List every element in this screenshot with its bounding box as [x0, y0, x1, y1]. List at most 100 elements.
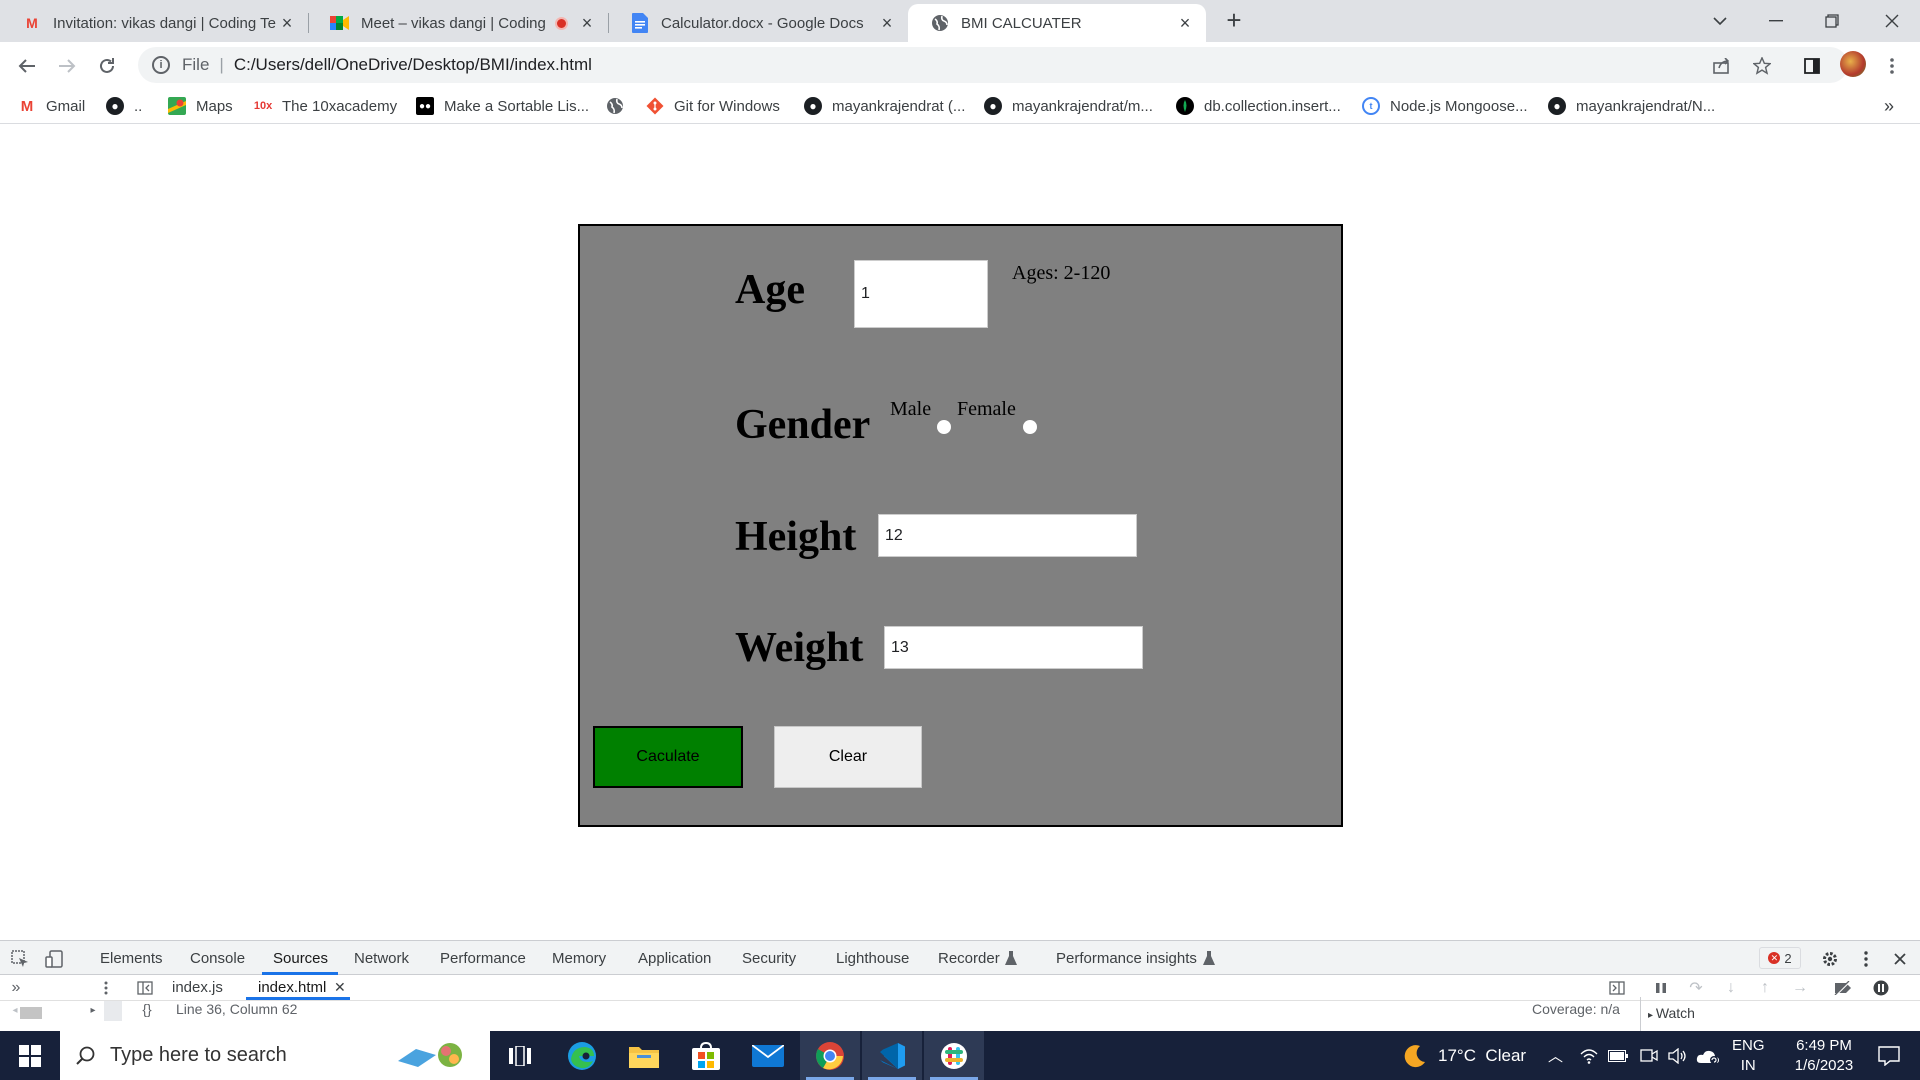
- tab-google-meet[interactable]: Meet – vikas dangi | Coding T ×: [308, 4, 608, 42]
- tab-performance[interactable]: Performance: [440, 941, 526, 975]
- bookmark-star-icon[interactable]: [1746, 50, 1778, 82]
- weather-widget[interactable]: 17°C Clear: [1402, 1031, 1526, 1080]
- restore-button[interactable]: [1804, 0, 1860, 42]
- microsoft-store-icon[interactable]: [676, 1031, 736, 1080]
- taskbar-search-box[interactable]: Type here to search: [60, 1031, 490, 1080]
- step-icon[interactable]: →: [1790, 979, 1810, 997]
- language-code: ENG: [1732, 1036, 1765, 1054]
- tab-bmi-calculater[interactable]: BMI CALCUATER ×: [908, 4, 1206, 42]
- clear-button[interactable]: Clear: [774, 726, 922, 788]
- bookmark-github-repo-m[interactable]: ● mayankrajendrat/m...: [984, 94, 1153, 118]
- device-toolbar-icon[interactable]: [44, 949, 64, 969]
- clock[interactable]: 6:49 PM 1/6/2023: [1778, 1031, 1870, 1080]
- tab-security[interactable]: Security: [742, 941, 796, 975]
- onedrive-sync-icon[interactable]: [1696, 1031, 1720, 1080]
- step-into-icon[interactable]: ↓: [1722, 979, 1740, 997]
- deactivate-breakpoints-icon[interactable]: [1832, 979, 1854, 997]
- tab-performance-insights[interactable]: Performance insights: [1056, 941, 1197, 975]
- file-tab-index-js[interactable]: index.js: [172, 979, 223, 996]
- bookmark-gmail[interactable]: M Gmail: [18, 94, 85, 118]
- toggle-debugger-icon[interactable]: [1608, 979, 1626, 997]
- more-bookmarks-chevron-icon[interactable]: »: [1884, 94, 1894, 118]
- tab-sources[interactable]: Sources: [273, 941, 328, 975]
- tab-google-docs[interactable]: Calculator.docx - Google Docs ×: [608, 4, 908, 42]
- inspect-element-icon[interactable]: [10, 949, 30, 969]
- bookmark-git-for-windows[interactable]: Git for Windows: [646, 94, 780, 118]
- task-view-icon[interactable]: [490, 1031, 550, 1080]
- volume-icon[interactable]: [1668, 1031, 1688, 1080]
- file-tab-index-html[interactable]: index.html: [258, 979, 326, 996]
- bookmark-globe[interactable]: [606, 94, 634, 118]
- toggle-navigator-icon[interactable]: [136, 979, 154, 997]
- profile-avatar[interactable]: [1840, 51, 1866, 77]
- devtools-menu-icon[interactable]: [1856, 949, 1876, 969]
- close-devtools-icon[interactable]: [1890, 949, 1910, 969]
- reload-button[interactable]: [91, 50, 123, 82]
- address-bar[interactable]: i File | C:/Users/dell/OneDrive/Desktop/…: [138, 47, 1848, 83]
- close-file-icon[interactable]: ✕: [334, 979, 346, 996]
- tab-search-button[interactable]: [1692, 0, 1748, 42]
- tab-gmail-invitation[interactable]: M Invitation: vikas dangi | Coding Te ×: [0, 4, 308, 42]
- network-icon[interactable]: [1580, 1031, 1598, 1080]
- bookmark-10xacademy[interactable]: 10x The 10xacademy: [254, 94, 397, 118]
- url-text[interactable]: C:/Users/dell/OneDrive/Desktop/BMI/index…: [234, 55, 592, 75]
- pause-on-exceptions-icon[interactable]: [1872, 979, 1890, 997]
- share-icon[interactable]: [1706, 50, 1738, 82]
- weight-input[interactable]: 13: [884, 626, 1143, 669]
- bookmark-nodejs-mongoose[interactable]: t Node.js Mongoose...: [1362, 94, 1528, 118]
- close-icon[interactable]: ×: [578, 13, 596, 34]
- watch-section[interactable]: ▸ Watch: [1648, 1005, 1695, 1021]
- file-explorer-icon[interactable]: [614, 1031, 674, 1080]
- input-language[interactable]: ENG IN: [1732, 1031, 1765, 1080]
- bookmark-github-profile[interactable]: ● mayankrajendrat (...: [804, 94, 965, 118]
- scrollbar-thumb[interactable]: [20, 1007, 42, 1019]
- more-tabs-chevron-icon[interactable]: »: [8, 979, 24, 997]
- close-icon[interactable]: ×: [278, 13, 296, 34]
- battery-icon[interactable]: [1608, 1031, 1628, 1080]
- step-out-icon[interactable]: ↑: [1756, 979, 1774, 997]
- show-hidden-icons-chevron-icon[interactable]: ︿: [1548, 1031, 1563, 1080]
- vscode-icon[interactable]: [862, 1031, 922, 1080]
- tab-lighthouse[interactable]: Lighthouse: [836, 941, 909, 975]
- chrome-icon[interactable]: [800, 1031, 860, 1080]
- bookmark-mongodb[interactable]: db.collection.insert...: [1176, 94, 1341, 118]
- height-input[interactable]: 12: [878, 514, 1137, 557]
- side-panel-icon[interactable]: [1796, 50, 1828, 82]
- slack-icon[interactable]: [924, 1031, 984, 1080]
- chrome-menu-icon[interactable]: [1876, 50, 1908, 82]
- mail-icon[interactable]: [738, 1031, 798, 1080]
- windows-start-button[interactable]: [0, 1031, 60, 1080]
- tab-memory[interactable]: Memory: [552, 941, 606, 975]
- back-button[interactable]: [11, 50, 43, 82]
- bookmark-github[interactable]: ● ..: [106, 94, 142, 118]
- step-over-icon[interactable]: ↷: [1686, 979, 1706, 997]
- tab-recorder[interactable]: Recorder: [938, 941, 1000, 975]
- pretty-print-icon[interactable]: {}: [136, 1001, 158, 1017]
- navigator-menu-icon[interactable]: [98, 979, 114, 997]
- minimize-button[interactable]: [1748, 0, 1804, 42]
- info-icon[interactable]: i: [152, 56, 170, 74]
- bookmark-maps[interactable]: Maps: [168, 94, 233, 118]
- edge-browser-icon[interactable]: [552, 1031, 612, 1080]
- male-radio[interactable]: [937, 420, 951, 434]
- tab-elements[interactable]: Elements: [100, 941, 163, 975]
- tab-application[interactable]: Application: [638, 941, 711, 975]
- bookmark-sortable-list[interactable]: ●● Make a Sortable Lis...: [416, 94, 589, 118]
- pause-icon[interactable]: [1652, 979, 1670, 997]
- calculate-button[interactable]: Caculate: [593, 726, 743, 788]
- close-icon[interactable]: ×: [878, 13, 896, 34]
- tab-network[interactable]: Network: [354, 941, 409, 975]
- error-count-badge[interactable]: ✕ 2: [1759, 947, 1801, 969]
- settings-gear-icon[interactable]: [1820, 949, 1840, 969]
- scroll-right-icon[interactable]: ▸: [86, 1003, 100, 1017]
- female-radio[interactable]: [1023, 420, 1037, 434]
- close-icon[interactable]: ×: [1176, 13, 1194, 34]
- meet-now-icon[interactable]: [1640, 1031, 1658, 1080]
- notifications-icon[interactable]: [1864, 1031, 1914, 1080]
- tab-console[interactable]: Console: [190, 941, 245, 975]
- bookmark-github-repo-n[interactable]: ● mayankrajendrat/N...: [1548, 94, 1715, 118]
- forward-button[interactable]: [51, 50, 83, 82]
- new-tab-button[interactable]: +: [1218, 4, 1250, 36]
- close-window-button[interactable]: [1864, 0, 1920, 42]
- age-input[interactable]: 1: [854, 260, 988, 328]
